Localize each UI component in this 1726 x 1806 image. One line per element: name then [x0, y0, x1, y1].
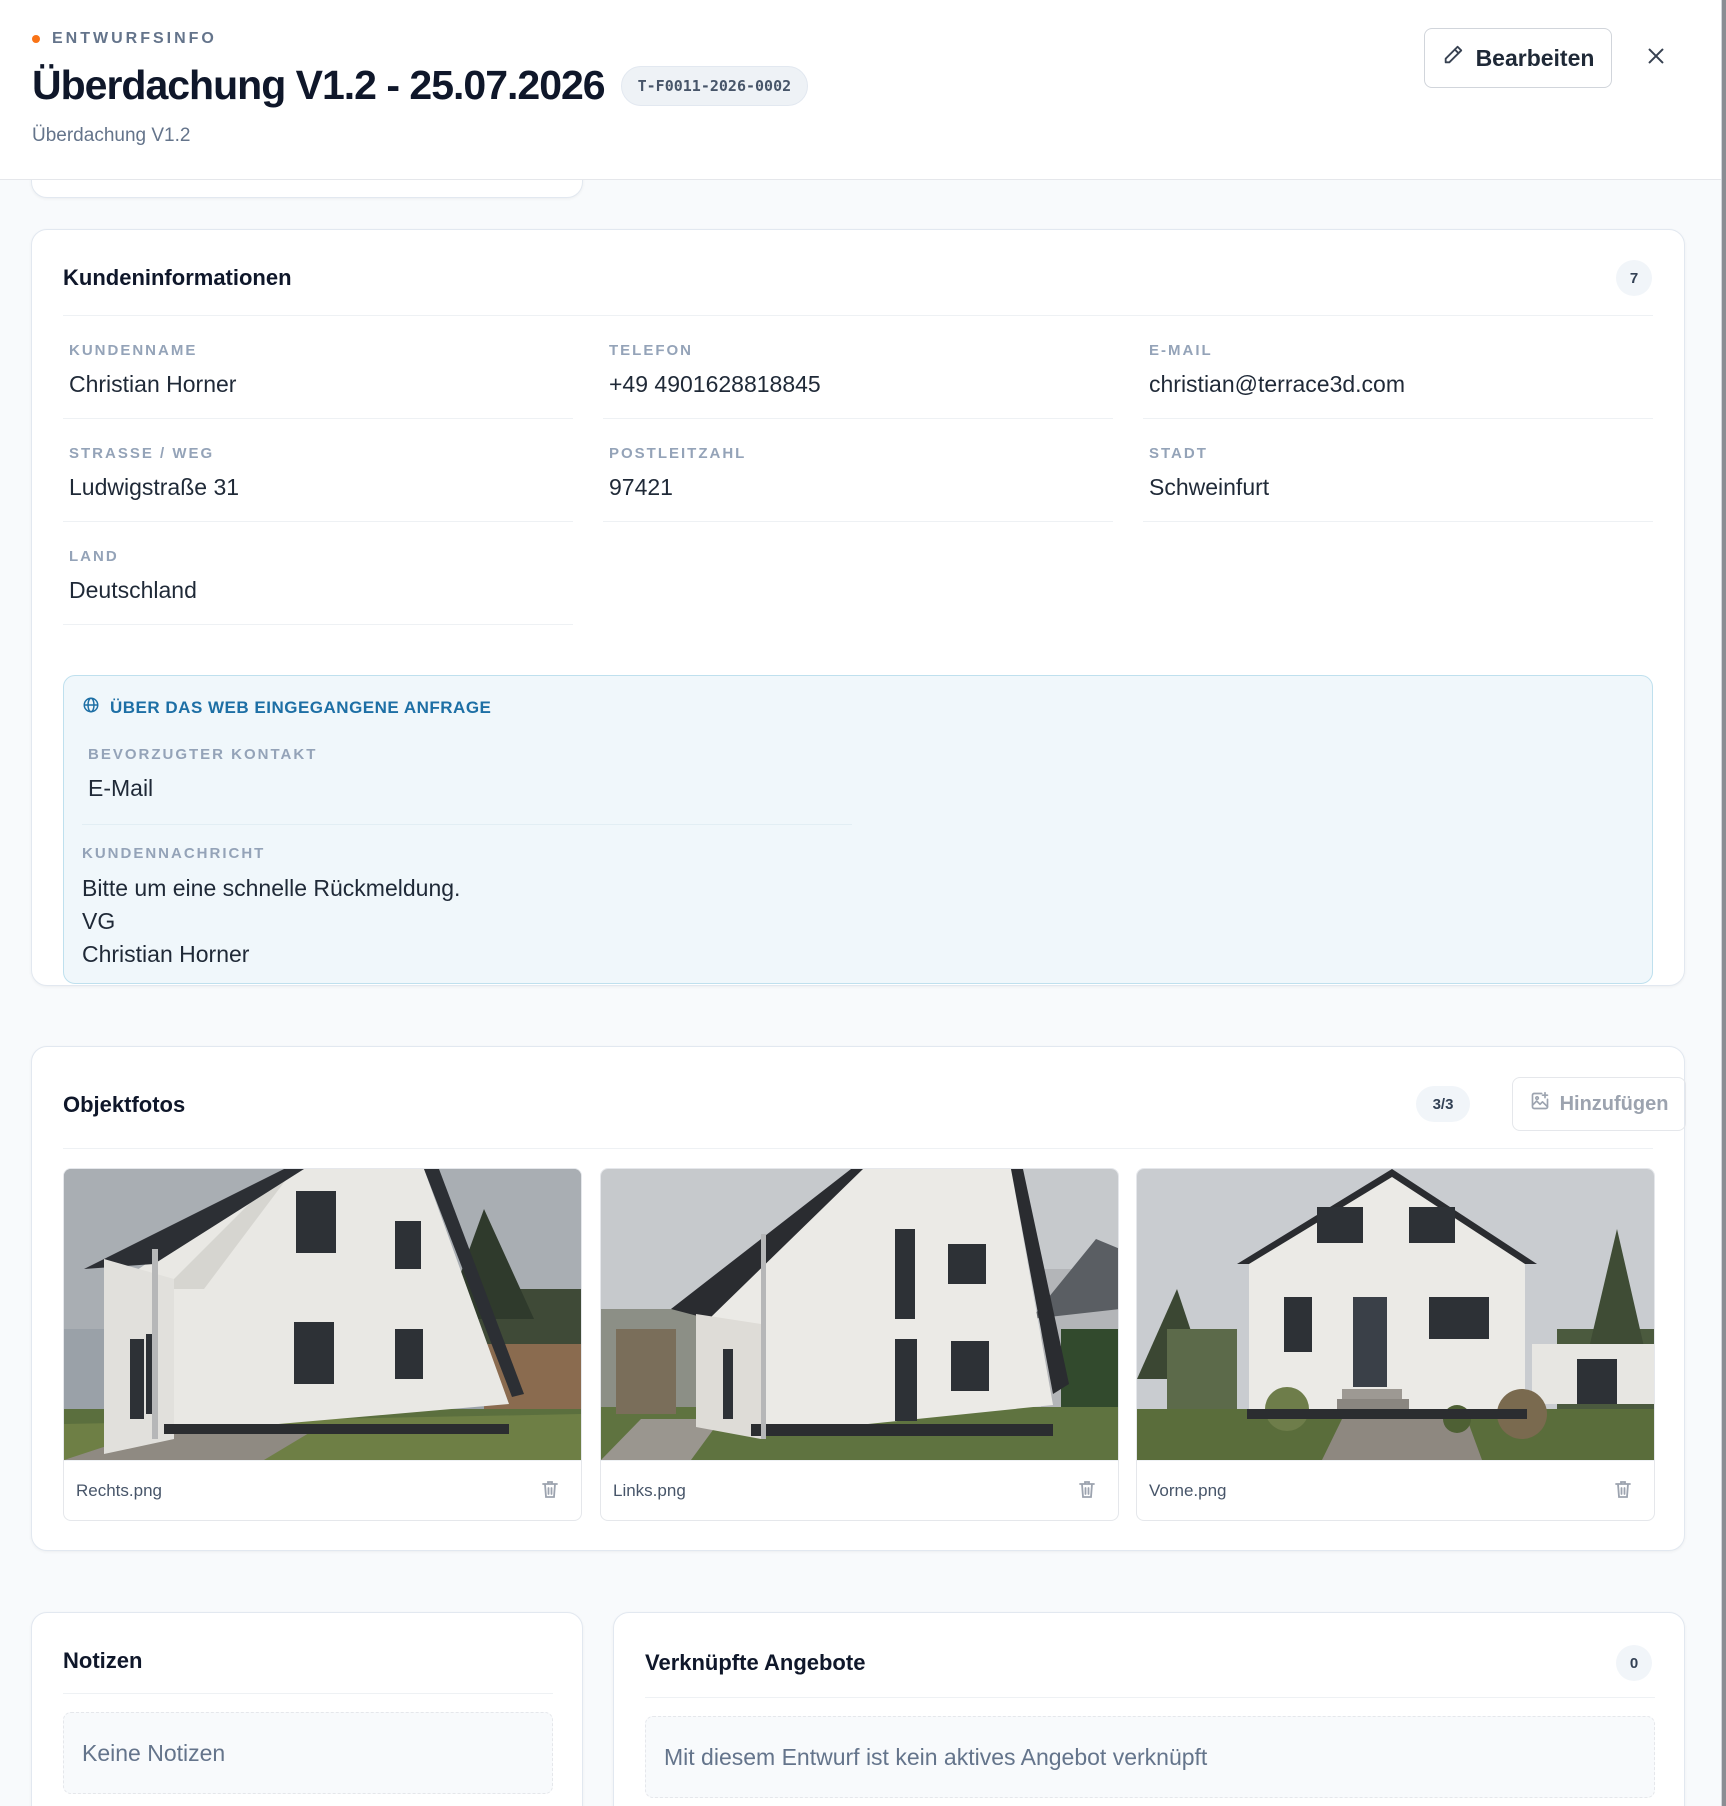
close-icon — [1645, 45, 1667, 72]
field-street: STRASSE / WEG Ludwigstraße 31 — [63, 419, 573, 522]
message-line: Bitte um eine schnelle Rückmeldung. — [82, 875, 461, 901]
eyebrow: ENTWURFSINFO — [32, 30, 217, 48]
close-button[interactable] — [1636, 38, 1676, 78]
web-inquiry-box: ÜBER DAS WEB EINGEGANGENE ANFRAGE BEVORZ… — [63, 675, 1653, 984]
draft-code-badge: T-F0011-2026-0002 — [620, 65, 809, 106]
field-label: TELEFON — [609, 342, 693, 359]
photo-filename: Links.png — [613, 1481, 686, 1500]
panel-header: ENTWURFSINFO Überdachung V1.2 - 25.07.20… — [0, 0, 1721, 180]
message-line: VG — [82, 908, 116, 934]
photos-count-badge: 3/3 — [1416, 1086, 1470, 1122]
notes-card: Notizen Keine Notizen — [31, 1612, 583, 1806]
field-value: Christian Horner — [69, 371, 237, 397]
page-subtitle: Überdachung V1.2 — [32, 125, 191, 146]
image-plus-icon — [1530, 1091, 1550, 1117]
trash-icon[interactable] — [1614, 1479, 1632, 1504]
house-photo-right[interactable] — [64, 1169, 582, 1460]
field-customer-name: KUNDENNAME Christian Horner — [63, 316, 573, 419]
field-value: +49 4901628818845 — [609, 371, 821, 397]
linked-offers-title: Verknüpfte Angebote — [645, 1650, 866, 1675]
photo-card[interactable]: Vorne.png — [1136, 1168, 1655, 1521]
field-label: E-MAIL — [1149, 342, 1213, 359]
field-label: KUNDENNAME — [69, 342, 198, 359]
field-phone: TELEFON +49 4901628818845 — [603, 316, 1113, 419]
message-line: Christian Horner — [82, 941, 250, 967]
field-label: LAND — [69, 548, 119, 565]
customer-info-title: Kundeninformationen — [63, 265, 292, 290]
draft-info-panel: ENTWURFSINFO Überdachung V1.2 - 25.07.20… — [0, 0, 1722, 1806]
offers-empty-text: Mit diesem Entwurf ist kein aktives Ange… — [664, 1744, 1208, 1770]
eyebrow-label: ENTWURFSINFO — [52, 30, 217, 47]
status-dot — [32, 35, 40, 43]
title-row: Überdachung V1.2 - 25.07.2026 T-F0011-20… — [32, 62, 809, 109]
photos-title: Objektfotos — [63, 1092, 186, 1117]
add-photo-label: Hinzufügen — [1559, 1092, 1669, 1115]
field-value: 97421 — [609, 474, 673, 500]
customer-message-label: KUNDENNACHRICHT — [82, 845, 266, 862]
web-inquiry-heading: ÜBER DAS WEB EINGEGANGENE ANFRAGE — [82, 696, 491, 719]
linked-offers-card: Verknüpfte Angebote 0 Mit diesem Entwurf… — [613, 1612, 1685, 1806]
customer-message: Bitte um eine schnelle Rückmeldung. VG C… — [82, 872, 460, 971]
trash-icon[interactable] — [541, 1479, 559, 1504]
photo-footer: Rechts.png — [64, 1460, 581, 1520]
offers-empty-state: Mit diesem Entwurf ist kein aktives Ange… — [645, 1716, 1655, 1798]
field-value: Schweinfurt — [1149, 474, 1270, 500]
linked-offers-count: 0 — [1616, 1645, 1652, 1681]
field-value: christian@terrace3d.com — [1149, 371, 1405, 397]
notes-title: Notizen — [63, 1648, 143, 1673]
field-value: Deutschland — [69, 577, 197, 603]
trash-icon[interactable] — [1078, 1479, 1096, 1504]
web-inquiry-heading-label: ÜBER DAS WEB EINGEGANGENE ANFRAGE — [110, 697, 492, 717]
photo-filename: Rechts.png — [76, 1481, 162, 1500]
photo-footer: Links.png — [601, 1460, 1118, 1520]
photo-footer: Vorne.png — [1137, 1460, 1654, 1520]
house-photo-front[interactable] — [1137, 1169, 1655, 1460]
page-title: Überdachung V1.2 - 25.07.2026 — [32, 62, 606, 108]
notes-empty-text: Keine Notizen — [82, 1740, 226, 1766]
field-postal-code: POSTLEITZAHL 97421 — [603, 419, 1113, 522]
field-city: STADT Schweinfurt — [1143, 419, 1653, 522]
edit-button-label: Bearbeiten — [1475, 44, 1595, 71]
divider — [82, 824, 852, 825]
field-label: POSTLEITZAHL — [609, 445, 747, 462]
divider — [63, 1148, 1653, 1149]
notes-empty-state: Keine Notizen — [63, 1712, 553, 1794]
photo-card[interactable]: Rechts.png — [63, 1168, 582, 1521]
photo-card[interactable]: Links.png — [600, 1168, 1119, 1521]
customer-info-card: Kundeninformationen 7 KUNDENNAME Christi… — [31, 229, 1685, 986]
field-email: E-MAIL christian@terrace3d.com — [1143, 316, 1653, 419]
globe-icon — [82, 696, 100, 719]
field-label: STRASSE / WEG — [69, 445, 215, 462]
field-country: LAND Deutschland — [63, 522, 573, 625]
field-label: STADT — [1149, 445, 1208, 462]
add-photo-button[interactable]: Hinzufügen — [1512, 1077, 1686, 1131]
photo-filename: Vorne.png — [1149, 1481, 1227, 1500]
edit-button[interactable]: Bearbeiten — [1424, 28, 1612, 88]
customer-field-count: 7 — [1616, 260, 1652, 296]
divider — [645, 1697, 1655, 1698]
pencil-icon — [1442, 44, 1464, 72]
house-photo-left[interactable] — [601, 1169, 1119, 1460]
field-value: Ludwigstraße 31 — [69, 474, 240, 500]
preferred-contact-value: E-Mail — [88, 775, 154, 801]
preferred-contact-label: BEVORZUGTER KONTAKT — [88, 746, 318, 763]
divider — [63, 1693, 553, 1694]
photos-card: Objektfotos 3/3 Hinzufügen Rechts.png Li… — [31, 1046, 1686, 1551]
